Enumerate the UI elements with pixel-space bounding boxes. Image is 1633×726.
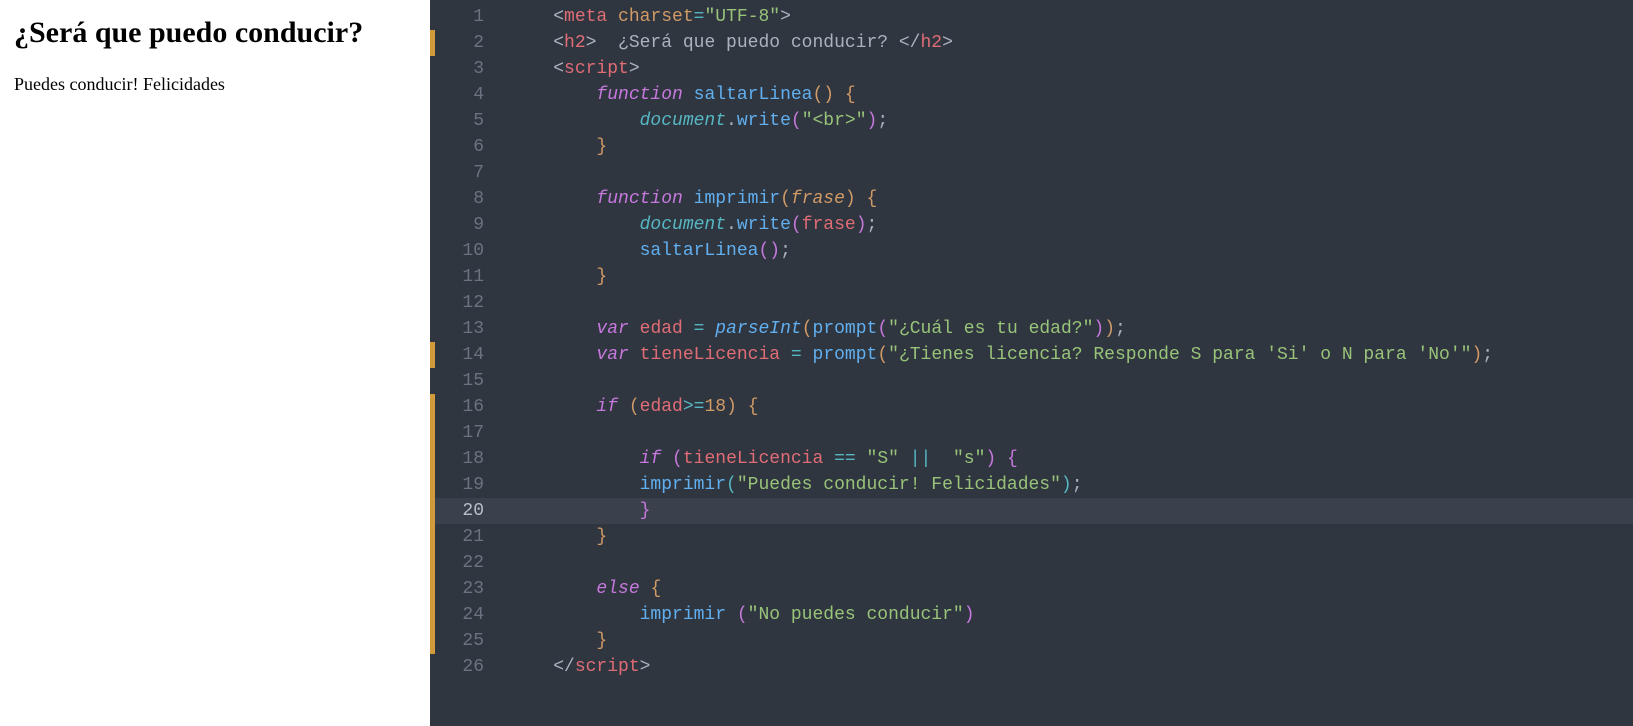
gutter-line-number: 9	[430, 212, 502, 238]
code-line[interactable]	[502, 550, 1633, 576]
gutter-line-number: 4	[430, 82, 502, 108]
code-line[interactable]: <h2> ¿Será que puedo conducir? </h2>	[502, 30, 1633, 56]
gutter-line-number: 2	[430, 30, 502, 56]
gutter-line-number: 23	[430, 576, 502, 602]
code-line[interactable]: }	[502, 498, 1633, 524]
gutter-line-number: 6	[430, 134, 502, 160]
browser-preview-pane: ¿Será que puedo conducir? Puedes conduci…	[0, 0, 430, 726]
code-editor-pane[interactable]: 1234567891011121314151617181920212223242…	[430, 0, 1633, 726]
gutter-line-number: 20	[430, 498, 502, 524]
gutter-line-number: 16	[430, 394, 502, 420]
gutter-line-number: 10	[430, 238, 502, 264]
code-line[interactable]: if (tieneLicencia == "S" || "s") {	[502, 446, 1633, 472]
code-line[interactable]	[502, 290, 1633, 316]
code-line[interactable]: <meta charset="UTF-8">	[502, 4, 1633, 30]
gutter-line-number: 8	[430, 186, 502, 212]
gutter-line-number: 1	[430, 4, 502, 30]
gutter-line-number: 13	[430, 316, 502, 342]
code-line[interactable]	[502, 160, 1633, 186]
gutter-line-number: 25	[430, 628, 502, 654]
code-line[interactable]: saltarLinea();	[502, 238, 1633, 264]
code-line[interactable]: }	[502, 524, 1633, 550]
code-line[interactable]: <script>	[502, 56, 1633, 82]
editor-code-area[interactable]: <meta charset="UTF-8"> <h2> ¿Será que pu…	[502, 0, 1633, 726]
code-line[interactable]: function imprimir(frase) {	[502, 186, 1633, 212]
code-line[interactable]: function saltarLinea() {	[502, 82, 1633, 108]
gutter-line-number: 17	[430, 420, 502, 446]
gutter-line-number: 22	[430, 550, 502, 576]
code-line[interactable]	[502, 368, 1633, 394]
code-line[interactable]: imprimir("Puedes conducir! Felicidades")…	[502, 472, 1633, 498]
code-line[interactable]: var tieneLicencia = prompt("¿Tienes lice…	[502, 342, 1633, 368]
gutter-line-number: 24	[430, 602, 502, 628]
gutter-line-number: 12	[430, 290, 502, 316]
gutter-line-number: 21	[430, 524, 502, 550]
code-line[interactable]	[502, 420, 1633, 446]
editor-gutter: 1234567891011121314151617181920212223242…	[430, 0, 502, 726]
page-output-text: Puedes conducir! Felicidades	[14, 74, 416, 95]
code-line[interactable]: var edad = parseInt(prompt("¿Cuál es tu …	[502, 316, 1633, 342]
code-line[interactable]: document.write(frase);	[502, 212, 1633, 238]
gutter-line-number: 7	[430, 160, 502, 186]
code-line[interactable]: }	[502, 134, 1633, 160]
gutter-line-number: 19	[430, 472, 502, 498]
gutter-line-number: 14	[430, 342, 502, 368]
code-line[interactable]: }	[502, 628, 1633, 654]
gutter-line-number: 15	[430, 368, 502, 394]
code-line[interactable]: </script>	[502, 654, 1633, 680]
gutter-line-number: 26	[430, 654, 502, 680]
code-line[interactable]: }	[502, 264, 1633, 290]
gutter-line-number: 11	[430, 264, 502, 290]
gutter-line-number: 18	[430, 446, 502, 472]
code-line[interactable]: if (edad>=18) {	[502, 394, 1633, 420]
code-line[interactable]: else {	[502, 576, 1633, 602]
code-line[interactable]: document.write("<br>");	[502, 108, 1633, 134]
code-line[interactable]: imprimir ("No puedes conducir")	[502, 602, 1633, 628]
gutter-line-number: 3	[430, 56, 502, 82]
gutter-line-number: 5	[430, 108, 502, 134]
page-heading: ¿Será que puedo conducir?	[14, 16, 416, 50]
